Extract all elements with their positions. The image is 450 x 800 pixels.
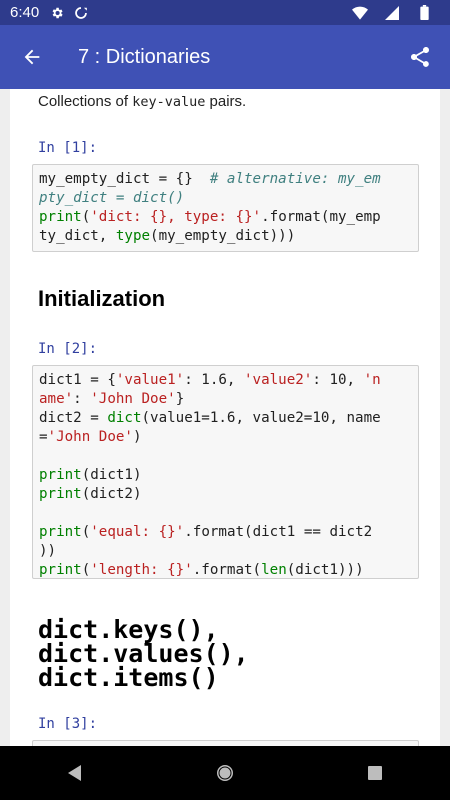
notebook-page: Collections of key-value pairs. In [1]: … bbox=[10, 89, 440, 746]
code-token: )) bbox=[39, 543, 57, 559]
back-arrow-icon[interactable] bbox=[0, 25, 64, 89]
code-token: print bbox=[39, 524, 82, 540]
code-token: .format(my_emp bbox=[261, 209, 381, 225]
code-token: # alternative: my_em bbox=[209, 171, 381, 187]
code-token: ( bbox=[81, 524, 91, 540]
gear-icon bbox=[49, 5, 65, 21]
battery-icon bbox=[416, 5, 432, 21]
code-token: (dict1))) bbox=[286, 562, 364, 578]
intro-prefix: Collections of bbox=[38, 93, 133, 110]
code-token: : bbox=[73, 391, 91, 407]
share-icon[interactable] bbox=[390, 25, 450, 89]
code-line: print('dict: {}, type: {}'.format(my_emp bbox=[39, 208, 412, 227]
wifi-icon bbox=[352, 5, 368, 21]
code-token: pty_dict = dict() bbox=[39, 190, 185, 206]
notebook-content[interactable]: Collections of key-value pairs. In [1]: … bbox=[0, 89, 450, 746]
code-token: 'John Doe' bbox=[47, 429, 133, 445]
home-circle-icon[interactable] bbox=[200, 753, 250, 793]
code-token: .format(dict1 == dict2 bbox=[184, 524, 373, 540]
code-token: 'equal: {}' bbox=[90, 524, 185, 540]
code-token: print bbox=[39, 467, 82, 483]
code-token: 'length: {}' bbox=[90, 562, 193, 578]
code-token: (my_empty_dict))) bbox=[150, 228, 296, 244]
code-line: print('equal: {}'.format(dict1 == dict2 bbox=[39, 523, 412, 542]
cell-prompt-2: In [2]: bbox=[38, 341, 98, 357]
intro-suffix: pairs. bbox=[205, 93, 247, 110]
code-line: ame': 'John Doe'} bbox=[39, 390, 412, 409]
code-line: dict2 = dict(value1=1.6, value2=10, name bbox=[39, 409, 412, 428]
code-token: (dict2) bbox=[81, 486, 142, 502]
code-token: (value1=1.6, value2=10, name bbox=[141, 410, 381, 426]
code-token: ) bbox=[132, 429, 142, 445]
code-token: : 10, bbox=[312, 372, 364, 388]
code-line: ty_dict, type(my_empty_dict))) bbox=[39, 227, 412, 246]
code-cell-2[interactable]: dict1 = {'value1': 1.6, 'value2': 10, 'n… bbox=[32, 365, 419, 579]
code-token: 'John Doe' bbox=[90, 391, 176, 407]
code-token: print bbox=[39, 562, 82, 578]
code-token: ame' bbox=[39, 391, 74, 407]
code-cell-1[interactable]: my_empty_dict = {} # alternative: my_em p… bbox=[32, 164, 419, 252]
navigation-bar bbox=[0, 746, 450, 800]
heading-dict-methods: dict.keys(), dict.values(), dict.items() bbox=[38, 617, 249, 692]
code-token: ( bbox=[81, 562, 91, 578]
code-line: dict1 = {'value1': 1.6, 'value2': 10, 'n bbox=[39, 371, 412, 390]
code-token: .format( bbox=[192, 562, 262, 578]
code-token: my_empty_dict = {} bbox=[39, 171, 210, 187]
code-token: dict bbox=[107, 410, 142, 426]
code-token: 'dict: {}, type: {}' bbox=[90, 209, 262, 225]
code-token: : 1.6, bbox=[184, 372, 245, 388]
code-token: dict1 = { bbox=[39, 372, 116, 388]
recents-square-icon[interactable] bbox=[350, 753, 400, 793]
code-token: ( bbox=[81, 209, 91, 225]
intro-code: key-value bbox=[132, 94, 206, 110]
code-token: print bbox=[39, 486, 82, 502]
code-token: 'n bbox=[363, 372, 381, 388]
code-token: ty_dict, bbox=[39, 228, 116, 244]
code-token: dict2 = bbox=[39, 410, 108, 426]
code-token: len bbox=[261, 562, 287, 578]
code-token: (dict1) bbox=[81, 467, 142, 483]
code-token: 'value1' bbox=[115, 372, 185, 388]
code-line: print(dict2) bbox=[39, 485, 412, 504]
code-token: } bbox=[175, 391, 185, 407]
auto-rotate-icon bbox=[73, 5, 89, 21]
heading-line: dict.items() bbox=[38, 663, 219, 692]
code-line: pty_dict = dict() bbox=[39, 189, 412, 208]
status-time: 6:40 bbox=[10, 4, 40, 21]
cell-prompt-3: In [3]: bbox=[38, 716, 98, 732]
signal-icon bbox=[384, 5, 400, 21]
code-line: print(dict1) bbox=[39, 466, 412, 485]
code-line: print('length: {}'.format(len(dict1))) bbox=[39, 561, 412, 578]
intro-text: Collections of key-value pairs. bbox=[38, 93, 246, 110]
page-title: 7 : Dictionaries bbox=[78, 45, 211, 68]
code-token: print bbox=[39, 209, 82, 225]
status-bar: 6:40 bbox=[0, 0, 450, 25]
code-token: = bbox=[39, 429, 48, 445]
code-line: )) bbox=[39, 542, 412, 561]
code-line: ='John Doe') bbox=[39, 428, 412, 447]
cell-prompt-1: In [1]: bbox=[38, 140, 98, 156]
heading-initialization: Initialization bbox=[38, 286, 166, 311]
code-token: type bbox=[115, 228, 151, 244]
code-token: 'value2' bbox=[244, 372, 313, 388]
code-line: my_empty_dict = {} # alternative: my_em bbox=[39, 170, 412, 189]
app-bar: 7 : Dictionaries bbox=[0, 25, 450, 89]
back-triangle-icon[interactable] bbox=[50, 753, 100, 793]
